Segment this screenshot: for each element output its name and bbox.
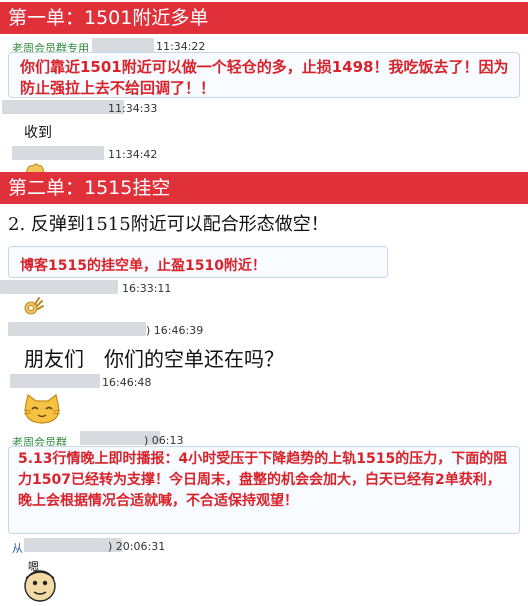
message-text: 朋友们 你们的空单还在吗？ (24, 347, 284, 371)
message-text: 5.13行情晚上即时播报：4小时受压于下降趋势的上轨1515的压力，下面的阻力1… (18, 451, 508, 509)
message-text: 收到 (24, 125, 52, 141)
redacted-id (10, 374, 100, 388)
message-time: 11:34:33 (108, 102, 158, 115)
redacted-id (12, 146, 104, 160)
sticker-text: 嗯 (28, 560, 39, 573)
cat-face-sticker (23, 394, 61, 424)
ok-hand-icon (24, 297, 44, 315)
message-text: 博客1515的挂空单，止盈1510附近！ (20, 258, 266, 274)
redacted-id (2, 100, 124, 114)
subheading: 2. 反弹到1515附近可以配合形态做空！ (8, 214, 329, 235)
message-time: 16:33:11 (122, 282, 172, 295)
order2-banner: 第二单：1515挂空 (0, 172, 528, 204)
message-time: 11:34:42 (108, 148, 158, 161)
sender-name: 从 (12, 542, 23, 555)
redacted-id (8, 322, 146, 336)
message-text: 你们靠近1501附近可以做一个轻仓的多，止损1498！我吃饭去了！因为防止强拉上… (20, 58, 509, 97)
cartoon-man-sticker (24, 570, 56, 602)
redacted-id (92, 38, 154, 52)
order1-banner: 第一单：1501附近多单 (0, 2, 528, 34)
message-time: ) 16:46:39 (146, 324, 204, 337)
message-time: 16:46:48 (102, 376, 152, 389)
redacted-id (0, 280, 118, 294)
message-time: ) 20:06:31 (108, 540, 166, 553)
